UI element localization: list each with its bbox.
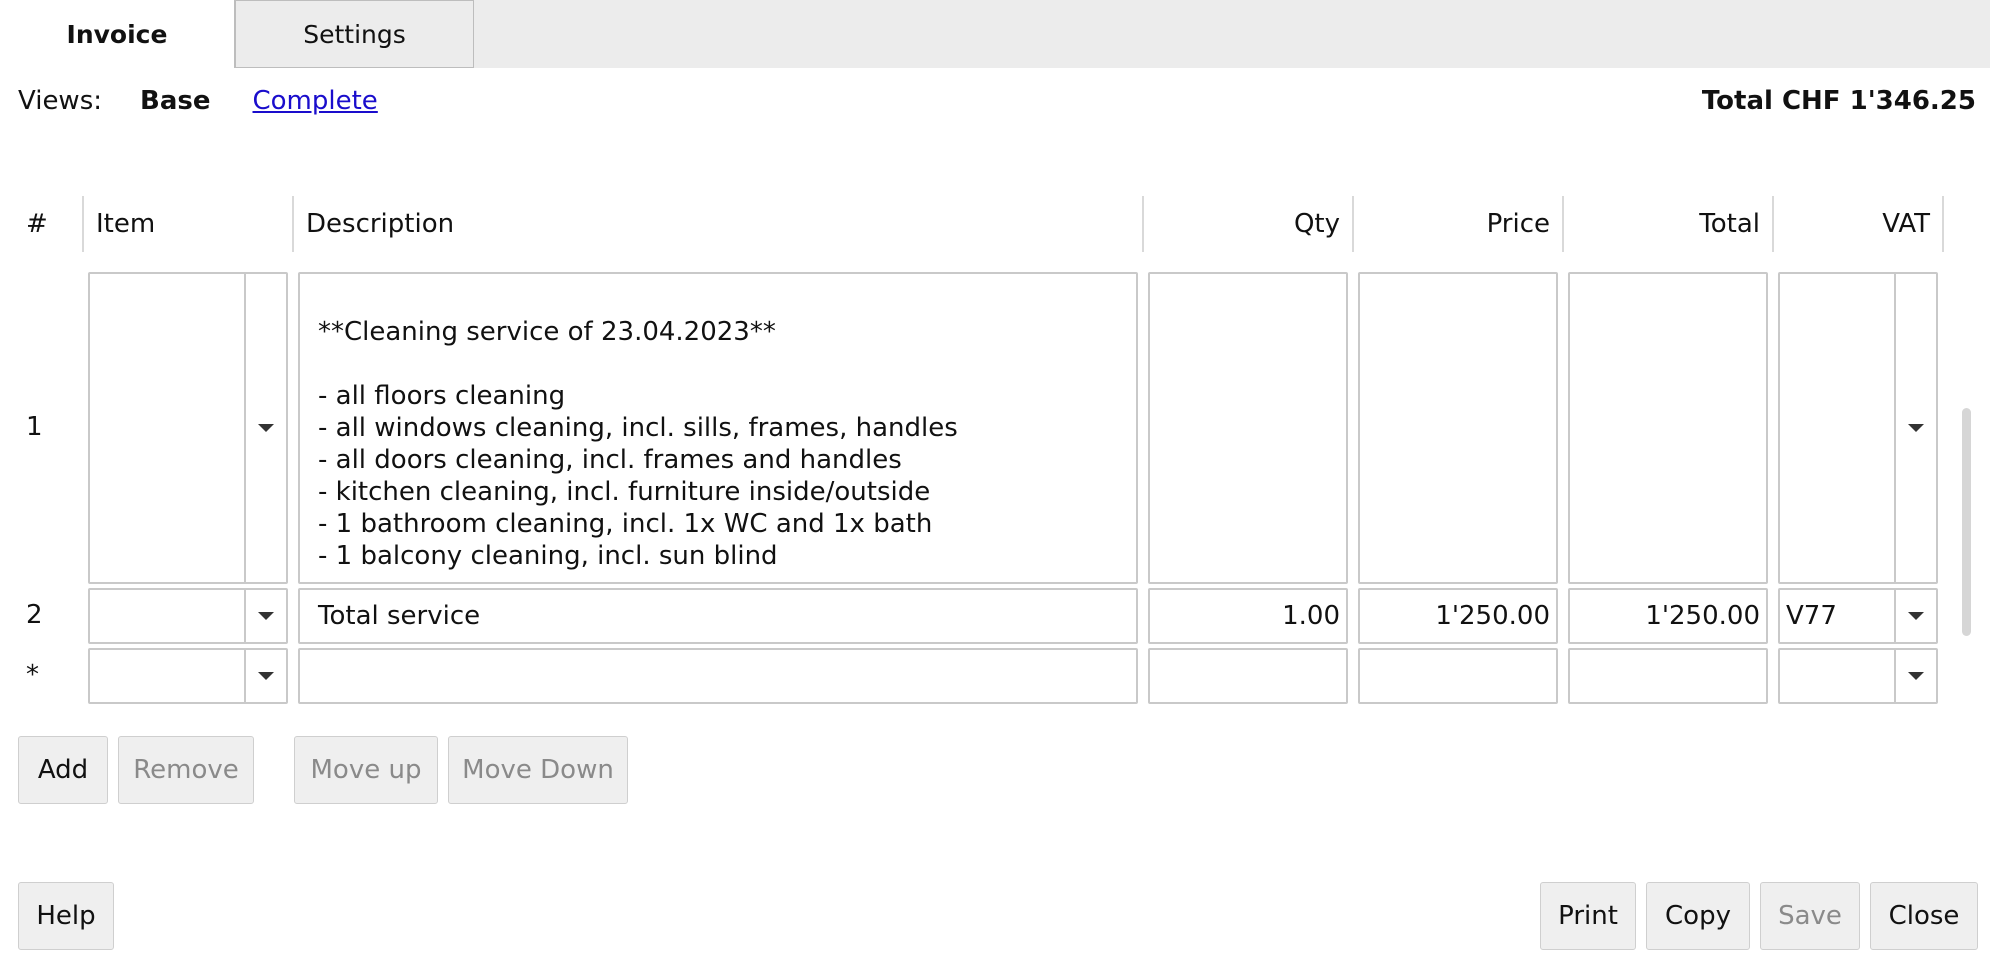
table-scrollbar[interactable] <box>1962 408 1971 636</box>
header-item[interactable]: Item <box>96 196 155 252</box>
view-complete-link[interactable]: Complete <box>253 86 378 116</box>
chevron-down-icon[interactable] <box>244 274 286 582</box>
header-separator[interactable] <box>292 196 294 252</box>
save-button[interactable]: Save <box>1760 882 1860 950</box>
header-qty[interactable]: Qty <box>1144 196 1340 252</box>
total-field[interactable]: 1'250.00 <box>1568 588 1768 644</box>
vat-select[interactable]: V77 <box>1778 588 1938 644</box>
price-field[interactable] <box>1358 272 1558 584</box>
description-field[interactable] <box>298 648 1138 704</box>
tab-invoice[interactable]: Invoice <box>0 0 235 68</box>
chevron-down-icon[interactable] <box>1894 590 1936 642</box>
total-field[interactable] <box>1568 648 1768 704</box>
copy-button[interactable]: Copy <box>1646 882 1750 950</box>
price-field[interactable]: 1'250.00 <box>1358 588 1558 644</box>
qty-field[interactable] <box>1148 648 1348 704</box>
header-separator[interactable] <box>1942 196 1944 252</box>
item-select[interactable] <box>88 272 288 584</box>
vat-select[interactable] <box>1778 648 1938 704</box>
chevron-down-icon[interactable] <box>1894 650 1936 702</box>
header-vat[interactable]: VAT <box>1774 196 1930 252</box>
vat-select[interactable] <box>1778 272 1938 584</box>
views-label: Views: <box>18 86 103 116</box>
help-button[interactable]: Help <box>18 882 114 950</box>
close-button[interactable]: Close <box>1870 882 1978 950</box>
header-separator[interactable] <box>82 196 84 252</box>
total-field[interactable] <box>1568 272 1768 584</box>
move-down-button[interactable]: Move Down <box>448 736 628 804</box>
tab-settings[interactable]: Settings <box>235 0 474 68</box>
view-base-current: Base <box>140 86 211 116</box>
row-number: 2 <box>26 600 43 630</box>
remove-button[interactable]: Remove <box>118 736 254 804</box>
description-field[interactable]: Total service <box>298 588 1138 644</box>
move-up-button[interactable]: Move up <box>294 736 438 804</box>
qty-field[interactable]: 1.00 <box>1148 588 1348 644</box>
row-number: 1 <box>26 412 43 442</box>
header-description[interactable]: Description <box>306 196 454 252</box>
price-field[interactable] <box>1358 648 1558 704</box>
description-field[interactable]: **Cleaning service of 23.04.2023** - all… <box>298 272 1138 584</box>
item-select[interactable] <box>88 648 288 704</box>
chevron-down-icon[interactable] <box>244 590 286 642</box>
add-button[interactable]: Add <box>18 736 108 804</box>
header-price[interactable]: Price <box>1354 196 1550 252</box>
invoice-total: Total CHF 1'346.25 <box>1701 86 1976 116</box>
chevron-down-icon[interactable] <box>1894 274 1936 582</box>
tab-bar: Invoice Settings <box>0 0 1990 68</box>
item-select[interactable] <box>88 588 288 644</box>
print-button[interactable]: Print <box>1540 882 1636 950</box>
vat-value: V77 <box>1786 601 1837 631</box>
new-row-marker: * <box>26 660 39 690</box>
qty-field[interactable] <box>1148 272 1348 584</box>
views-bar: Views: Base Complete <box>18 86 378 116</box>
header-num: # <box>26 209 48 239</box>
header-total[interactable]: Total <box>1564 196 1760 252</box>
chevron-down-icon[interactable] <box>244 650 286 702</box>
